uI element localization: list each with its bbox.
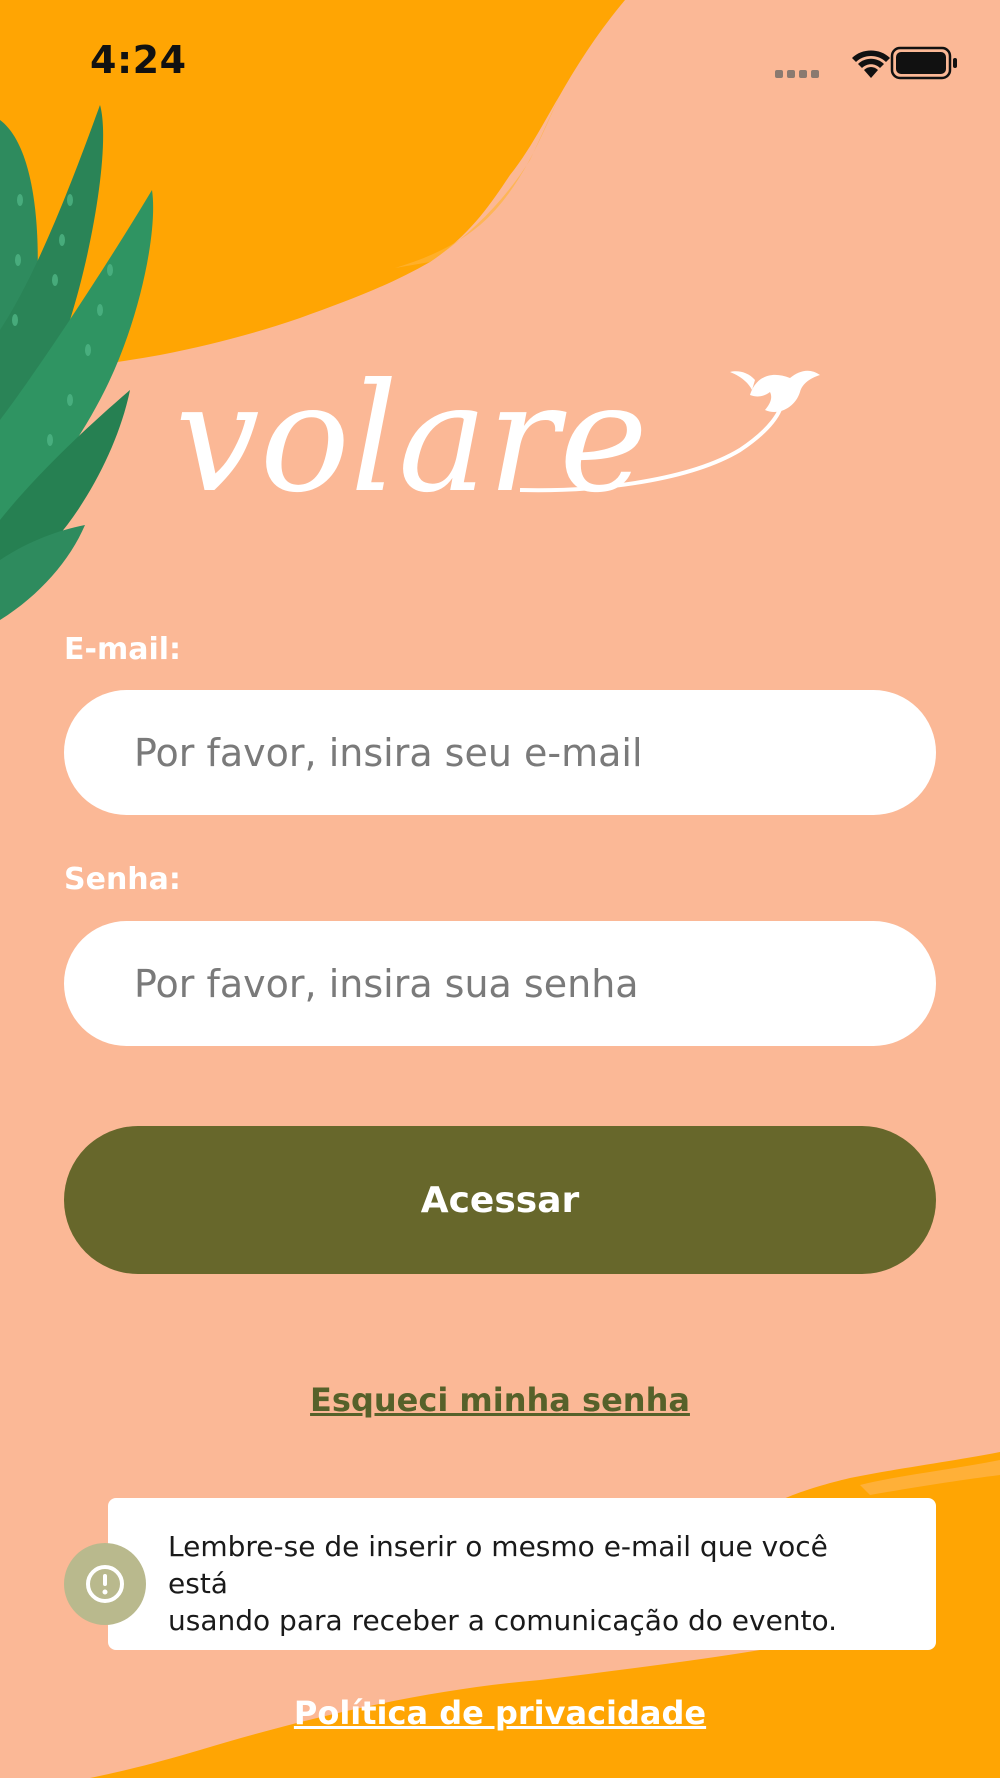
status-icons	[775, 46, 957, 80]
forgot-password-link[interactable]: Esqueci minha senha	[0, 1381, 1000, 1419]
volare-logo: volare	[175, 352, 820, 526]
notice-text-line-1: Lembre-se de inserir o mesmo e-mail que …	[168, 1530, 828, 1600]
login-screen: 4:24 volare E-mail: Senha:	[0, 0, 1000, 1778]
battery-icon	[890, 46, 957, 80]
wifi-icon	[852, 50, 890, 78]
privacy-policy-link[interactable]: Política de privacidade	[0, 1694, 1000, 1732]
cellular-dots-icon	[775, 70, 819, 78]
notice-card: Lembre-se de inserir o mesmo e-mail que …	[108, 1498, 936, 1650]
notice-text-line-2: usando para receber a comunicação do eve…	[168, 1604, 838, 1637]
alert-circle-icon	[86, 1565, 124, 1603]
email-label: E-mail:	[64, 632, 182, 667]
login-button[interactable]: Acessar	[64, 1126, 936, 1274]
password-label: Senha:	[64, 862, 181, 897]
bird-icon	[730, 370, 820, 412]
notice-badge	[64, 1543, 146, 1625]
password-field[interactable]	[64, 921, 936, 1046]
logo-text: volare	[175, 352, 648, 526]
email-field[interactable]	[64, 690, 936, 815]
status-time: 4:24	[90, 38, 187, 82]
